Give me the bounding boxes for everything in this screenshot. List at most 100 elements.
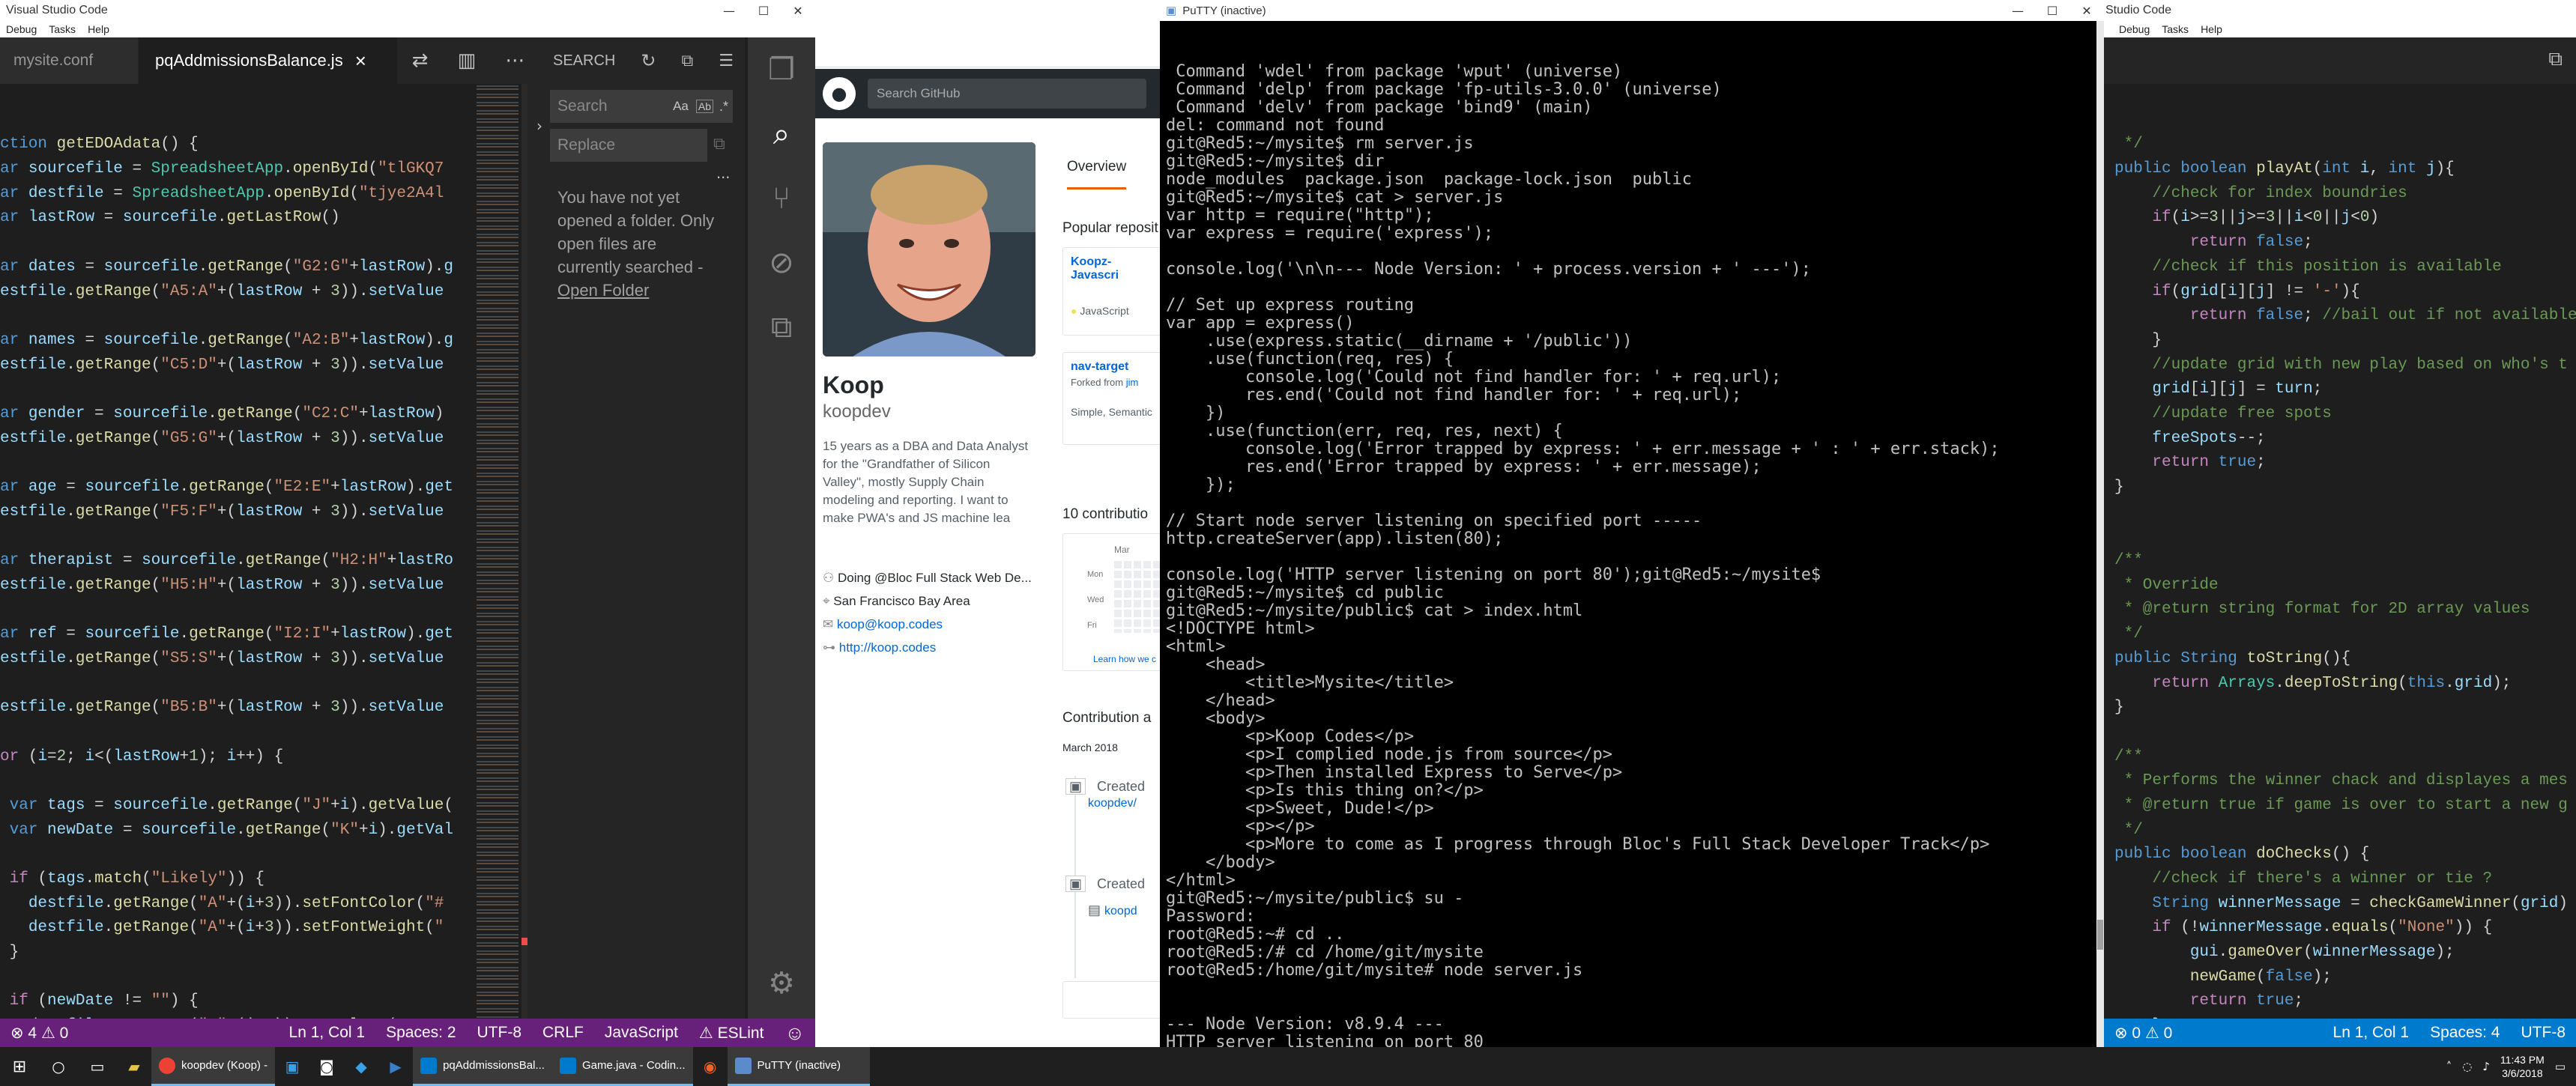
match-word-icon[interactable]: Ab (695, 100, 713, 113)
fork-user-link[interactable]: jim (1126, 377, 1139, 388)
terminal-output[interactable]: Command 'wdel' from package 'wput' (univ… (1166, 27, 2084, 1047)
repo-card[interactable]: nav-target Forked from jim Simple, Seman… (1062, 352, 1160, 445)
language-mode[interactable]: JavaScript (594, 1024, 689, 1042)
volume-icon[interactable]: ♪ (2482, 1060, 2490, 1073)
debug-icon[interactable]: ⊘ (748, 231, 815, 295)
minimap[interactable] (474, 84, 521, 1019)
regex-icon[interactable]: .* (719, 99, 728, 115)
activity-link[interactable]: koopd (1104, 905, 1137, 917)
source-control-icon[interactable]: ⑂ (748, 166, 815, 231)
cortana-icon[interactable]: ○ (39, 1047, 78, 1086)
tab-mysite-conf[interactable]: mysite.conf (0, 37, 139, 84)
repo-name[interactable]: Koopz-Javascri (1071, 255, 1119, 282)
replace-input[interactable]: Replace (550, 129, 707, 162)
location-icon: ⌖ (823, 594, 834, 608)
email-link[interactable]: koop@koop.codes (837, 617, 943, 631)
extensions-icon[interactable]: ⧉ (748, 295, 815, 360)
code-line: ar destfile = SpreadsheetApp.openById("t… (0, 184, 444, 202)
file-explorer-icon[interactable]: ▰ (117, 1047, 151, 1086)
taskbar-item-vscode-2[interactable]: Game.java - Codin... (551, 1047, 693, 1086)
encoding[interactable]: UTF-8 (2511, 1024, 2576, 1042)
search-input[interactable]: Search Aa Ab .* (550, 90, 733, 123)
menu-help[interactable]: Help (2201, 23, 2222, 35)
more-actions-icon[interactable]: ⋯ (505, 49, 524, 72)
minimize-icon[interactable]: — (2001, 0, 2035, 21)
activity-link[interactable]: koopdev/ (1088, 797, 1137, 810)
repo-name[interactable]: nav-target (1071, 360, 1128, 373)
cursor-position[interactable]: Ln 1, Col 1 (2323, 1024, 2420, 1042)
collapse-all-icon[interactable]: ☰ (719, 52, 734, 70)
window-title: Studio Code (2105, 4, 2172, 16)
explorer-icon[interactable]: ❐ (748, 37, 815, 102)
taskbar-item-putty[interactable]: PuTTY (inactive) (727, 1047, 870, 1086)
replace-all-icon[interactable]: ⧉ (713, 135, 725, 154)
tab-overview[interactable]: Overview (1067, 159, 1127, 189)
close-icon[interactable]: ✕ (781, 0, 815, 21)
indentation[interactable]: Spaces: 4 (2419, 1024, 2510, 1042)
problems-indicator[interactable]: ⊗ 0 ⚠ 0 (2104, 1024, 2183, 1043)
open-changes-icon[interactable]: ⇄ (412, 49, 429, 72)
start-button[interactable]: ⊞ (0, 1047, 39, 1086)
line-ending[interactable]: CRLF (532, 1024, 594, 1042)
tab-pqaddmissionsbalance-js[interactable]: pqAddmissionsBalance.js × (139, 37, 397, 84)
minimize-icon[interactable]: — (712, 0, 746, 21)
clock[interactable]: 11:43 PM 3/6/2018 (2500, 1053, 2545, 1080)
search-details-icon[interactable]: ... (716, 163, 730, 183)
taskbar-label: koopdev (Koop) - (181, 1059, 268, 1072)
code-editor[interactable]: */ public boolean playAt(int i, int j){ /… (2114, 84, 2576, 1019)
match-case-icon[interactable]: Aa (673, 99, 689, 114)
brave-icon[interactable]: ◉ (693, 1047, 728, 1086)
code-line: if (!winnerMessage.equals("None")) { (2152, 919, 2493, 937)
taskbar-item-chrome[interactable]: koopdev (Koop) - (151, 1047, 276, 1086)
powershell-icon[interactable]: ▶ (378, 1047, 413, 1086)
tray-arrow-icon[interactable]: ˄ (2446, 1060, 2452, 1073)
camera-icon[interactable]: ◙ (309, 1047, 344, 1086)
terminal-line: <html> (1166, 637, 1226, 656)
avatar[interactable] (823, 142, 1035, 357)
maximize-icon[interactable]: ☐ (746, 0, 781, 21)
menu-debug[interactable]: Debug (6, 23, 37, 35)
fork-info: Forked from jim (1071, 377, 1159, 388)
network-icon[interactable]: ◌ (2462, 1060, 2472, 1073)
problems-indicator[interactable]: ⊗ 4 ⚠ 0 (0, 1024, 79, 1043)
close-icon[interactable]: ✕ (2069, 0, 2104, 21)
scroll-thumb[interactable] (2097, 920, 2103, 950)
learn-link[interactable]: Learn how we c (1093, 654, 1156, 664)
search-icon[interactable]: ⌕ (748, 102, 815, 166)
menu-tasks[interactable]: Tasks (2162, 23, 2189, 35)
code-line: newGame(false); (2189, 968, 2332, 986)
activity-item: ▣ Created ▤ koopd (1065, 876, 1145, 918)
repo-card[interactable]: Koopz-Javascri ● JavaScript (1062, 247, 1160, 336)
tab-label: mysite.conf (13, 52, 94, 69)
github-logo-icon[interactable]: ● (823, 77, 856, 110)
split-editor-icon[interactable]: ⧉ (2548, 48, 2563, 71)
settings-gear-icon[interactable]: ⚙ (748, 951, 815, 1016)
refresh-icon[interactable]: ↻ (641, 50, 656, 71)
code-editor[interactable]: ction getEDOAdata() {ar sourcefile = Spr… (0, 84, 474, 1019)
notifications-icon[interactable]: ▭ (2555, 1060, 2566, 1073)
store-icon[interactable]: ▣ (275, 1047, 309, 1086)
menu-debug[interactable]: Debug (2119, 23, 2150, 35)
website-link[interactable]: http://koop.codes (839, 640, 936, 655)
tab-close-icon[interactable]: × (355, 49, 366, 73)
indentation[interactable]: Spaces: 2 (375, 1024, 466, 1042)
encoding[interactable]: UTF-8 (467, 1024, 533, 1042)
app-icon[interactable]: ◆ (344, 1047, 378, 1086)
taskbar-item-vscode-1[interactable]: pqAddmissionsBal... (413, 1047, 552, 1086)
split-editor-icon[interactable]: ▥ (458, 49, 477, 72)
maximize-icon[interactable]: ☐ (2035, 0, 2069, 21)
github-search-input[interactable]: Search GitHub (868, 79, 1146, 109)
feedback-smiley-icon[interactable]: ☺ (774, 1022, 815, 1045)
scrollbar[interactable] (521, 84, 527, 1019)
cursor-position[interactable]: Ln 1, Col 1 (279, 1024, 376, 1042)
task-view-icon[interactable]: ▭ (78, 1047, 117, 1086)
toggle-replace-icon[interactable]: › (536, 117, 542, 135)
clear-results-icon[interactable]: ⧉ (681, 52, 693, 70)
menu-help[interactable]: Help (88, 23, 109, 35)
browser-top-strip (815, 0, 1160, 67)
terminal-scrollbar[interactable] (2096, 21, 2104, 1047)
tab-label: pqAddmissionsBalance.js (155, 51, 343, 70)
eslint-status[interactable]: ⚠ ESLint (689, 1024, 775, 1043)
menu-tasks[interactable]: Tasks (49, 23, 76, 35)
open-folder-link[interactable]: Open Folder (557, 279, 737, 302)
